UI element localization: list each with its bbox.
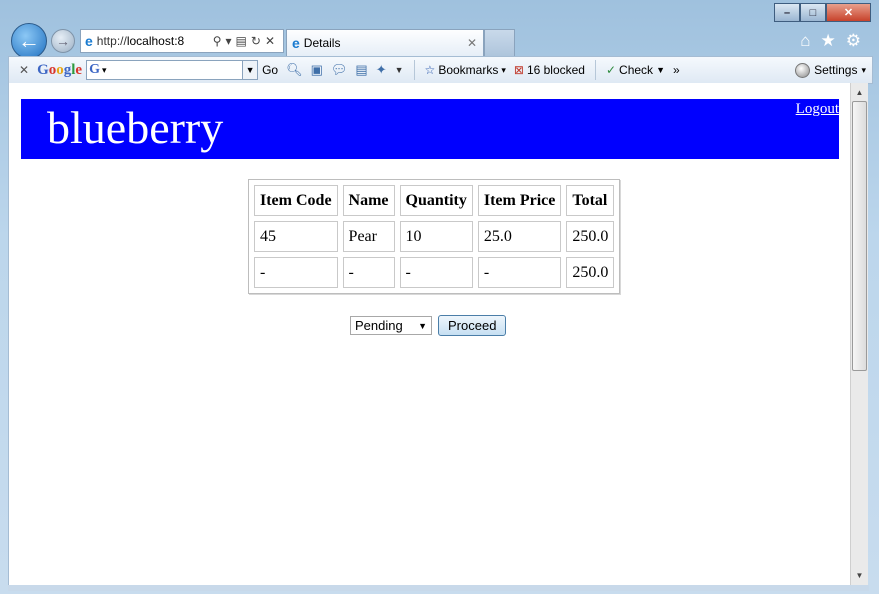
scrollbar-thumb[interactable] xyxy=(852,101,867,371)
column-header: Item Price xyxy=(477,185,562,216)
star-outline-icon: ☆ xyxy=(424,63,436,77)
close-tab-icon[interactable]: ✕ xyxy=(467,36,477,50)
bookmarks-button[interactable]: ☆ Bookmarks ▾ xyxy=(425,63,506,77)
news-icon[interactable]: ▤ xyxy=(355,62,367,78)
stop-icon[interactable]: ✕ xyxy=(265,34,279,48)
vertical-scrollbar[interactable]: ▲ ▼ xyxy=(850,83,868,585)
favorites-star-icon[interactable]: ★ xyxy=(821,31,836,51)
google-g-icon: G xyxy=(89,62,100,77)
more-tools-button[interactable]: » xyxy=(673,63,680,77)
browser-right-controls: ⌂ ★ ⚙ xyxy=(800,31,861,51)
table-cell: - xyxy=(254,257,338,288)
ie-tab-icon: e xyxy=(292,35,300,51)
go-button[interactable]: Go xyxy=(262,63,278,77)
chevron-down-icon: ▾ xyxy=(861,64,866,75)
table-cell: 45 xyxy=(254,221,338,252)
header-banner: blueberry Logout xyxy=(21,99,839,159)
browser-window: – □ ✕ ← → e http://localhost:8 ⚲▾▤↻✕ e D… xyxy=(0,0,879,594)
go-label: Go xyxy=(262,63,279,77)
search-dropdown-icon[interactable]: ▼ xyxy=(242,61,258,79)
magnifier-icon[interactable]: 🔍︎ xyxy=(286,62,303,78)
gear-icon[interactable]: ⚙ xyxy=(846,31,861,51)
spellcheck-button[interactable]: ✓ Check ▼ xyxy=(606,63,665,77)
address-bar[interactable]: e http://localhost:8 ⚲▾▤↻✕ xyxy=(80,29,284,53)
table-cell: - xyxy=(342,257,395,288)
column-header: Item Code xyxy=(254,185,338,216)
ie-page-icon: e xyxy=(85,33,93,49)
status-select-value: Pending xyxy=(355,318,403,333)
window-controls: – □ ✕ xyxy=(774,3,871,22)
blocked-popup-icon: ⊠ xyxy=(513,63,524,77)
settings-wrench-icon xyxy=(795,62,811,78)
more-dropdown-icon[interactable]: ▼ xyxy=(395,65,404,75)
dropdown-icon[interactable]: ▾ xyxy=(226,34,236,48)
table-cell: 250.0 xyxy=(566,221,615,252)
minimize-button[interactable]: – xyxy=(774,3,800,22)
settings-button[interactable]: Settings ▾ xyxy=(795,62,866,78)
column-header: Quantity xyxy=(399,185,473,216)
google-menu-chevron-icon[interactable]: ▾ xyxy=(102,65,107,76)
table-cell: 25.0 xyxy=(477,221,562,252)
image-search-icon[interactable]: ▣ xyxy=(311,62,323,78)
close-toolbar-icon[interactable]: ✕ xyxy=(19,63,29,77)
scroll-down-arrow-icon[interactable]: ▼ xyxy=(851,568,868,583)
tab-details[interactable]: e Details ✕ xyxy=(286,29,484,56)
toolbar-divider xyxy=(594,60,596,80)
arrow-left-icon: ← xyxy=(18,28,40,53)
popup-blocker-button[interactable]: ⊠ 16 blocked xyxy=(514,63,585,77)
scroll-up-arrow-icon[interactable]: ▲ xyxy=(851,85,868,100)
address-url: http://localhost:8 xyxy=(97,34,184,48)
spellcheck-icon: ✓ xyxy=(605,63,617,77)
column-header: Name xyxy=(342,185,395,216)
table-cell: 10 xyxy=(399,221,473,252)
url-host: localhost:8 xyxy=(126,34,185,48)
status-select[interactable]: Pending ▼ xyxy=(350,316,432,335)
chevron-down-icon: ▼ xyxy=(656,65,665,75)
order-details-table: Item Code Name Quantity Item Price Total… xyxy=(248,179,621,294)
tab-title: Details xyxy=(303,36,341,50)
window-bottom-border xyxy=(8,585,869,591)
logout-link[interactable]: Logout xyxy=(796,101,839,118)
settings-label: Settings xyxy=(814,63,858,77)
blocked-label: 16 blocked xyxy=(526,63,585,77)
bookmarks-label: Bookmarks xyxy=(438,63,499,77)
maximize-button[interactable]: □ xyxy=(800,3,826,22)
arrow-right-icon: → xyxy=(56,33,70,49)
table-cell: 250.0 xyxy=(566,257,615,288)
chevron-down-icon: ▼ xyxy=(418,320,427,331)
refresh-icon[interactable]: ↻ xyxy=(251,34,265,48)
address-controls: ⚲▾▤↻✕ xyxy=(213,34,279,48)
proceed-button[interactable]: Proceed xyxy=(438,315,507,336)
table-row: 45 Pear 10 25.0 250.0 xyxy=(254,221,615,252)
column-header: Total xyxy=(566,185,615,216)
back-button[interactable]: ← xyxy=(11,23,47,59)
table-cell: - xyxy=(477,257,562,288)
table-cell: Pear xyxy=(342,221,395,252)
search-icon[interactable]: ⚲ xyxy=(213,34,226,48)
url-prefix: http:// xyxy=(96,34,127,48)
more-label: » xyxy=(672,63,680,77)
brand-title: blueberry xyxy=(47,102,224,153)
table-header-row: Item Code Name Quantity Item Price Total xyxy=(254,185,615,216)
close-window-button[interactable]: ✕ xyxy=(826,3,871,22)
chevron-down-icon: ▾ xyxy=(501,64,506,75)
forward-button[interactable]: → xyxy=(51,29,75,53)
order-actions: Pending ▼ Proceed xyxy=(350,315,507,336)
google-toolbar: ✕ Google G ▾ ▼ Go 🔍︎ ▣ 💬︎ ▤ ✦ ▼ ☆ Bookmark… xyxy=(8,56,873,84)
table-cell: - xyxy=(399,257,473,288)
apps-icon[interactable]: ✦ xyxy=(376,62,387,78)
check-label: Check xyxy=(619,63,654,77)
google-search-input[interactable]: G ▾ ▼ xyxy=(86,60,259,80)
home-icon[interactable]: ⌂ xyxy=(800,31,810,51)
new-tab-button[interactable] xyxy=(484,29,515,56)
google-logo: Google xyxy=(37,61,83,78)
table-row: - - - - 250.0 xyxy=(254,257,615,288)
toolbar-divider xyxy=(413,60,415,80)
page-viewport: blueberry Logout Item Code Name Quantity… xyxy=(8,83,851,585)
chat-icon[interactable]: 💬︎ xyxy=(331,62,348,78)
compat-icon[interactable]: ▤ xyxy=(236,34,251,48)
